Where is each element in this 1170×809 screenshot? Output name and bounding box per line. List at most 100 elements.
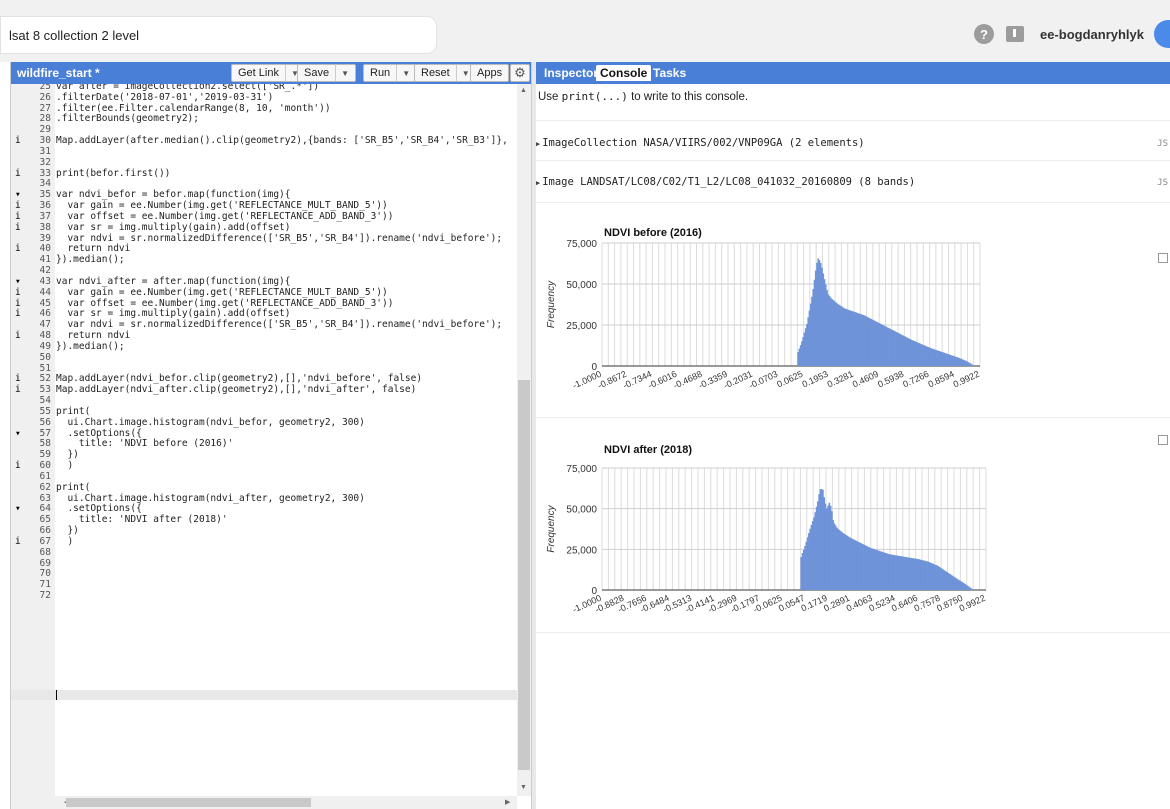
code-line[interactable]: 50: [11, 351, 531, 363]
code-line[interactable]: 71: [11, 580, 531, 590]
code-line[interactable]: 55 print(: [11, 405, 531, 417]
code-line[interactable]: 54: [11, 396, 531, 406]
entry-text[interactable]: ▶ Image LANDSAT/LC08/C02/T1_L2/LC08_04103…: [536, 176, 915, 188]
search-input[interactable]: lsat 8 collection 2 level: [0, 16, 437, 54]
console-entry[interactable]: ▶ ImageCollection NASA/VIIRS/002/VNP09GA …: [536, 120, 1170, 160]
code-line[interactable]: i 44 var gain = ee.Number(img.get('REFLEC…: [11, 286, 531, 298]
get-link-button[interactable]: Get Link ▼: [231, 64, 306, 82]
code-line[interactable]: 41}).median();: [11, 255, 531, 265]
code-line[interactable]: ▾ 43 var ndvi_after = after.map(function(i…: [11, 276, 531, 287]
save-button[interactable]: Save ▼: [297, 64, 356, 82]
code-line[interactable]: 47 var ndvi = sr.normalizedDifference(['…: [11, 320, 531, 330]
chart-separator: [536, 632, 1170, 633]
code-line[interactable]: i 53 Map.addLayer(ndvi_after.clip(geometry…: [11, 385, 531, 395]
run-button[interactable]: Run ▼: [363, 64, 418, 82]
code-line[interactable]: i 45 var offset = ee.Number(img.get('REFL…: [11, 298, 531, 309]
code-line[interactable]: 56 ui.Chart.image.histogram(ndvi_befor, …: [11, 417, 531, 428]
code-text: var gain = ee.Number(img.get('REFLECTANC…: [56, 286, 388, 298]
line-number: 32: [39, 156, 51, 168]
code-line[interactable]: 42: [11, 266, 531, 276]
json-toggle[interactable]: JS: [1157, 178, 1168, 188]
code-text: }).median();: [56, 340, 125, 352]
code-line[interactable]: 39 var ndvi = sr.normalizedDifference(['…: [11, 233, 531, 244]
vertical-scrollbar[interactable]: ▲ ▼: [517, 84, 531, 796]
line-number: 53: [39, 384, 51, 396]
json-toggle[interactable]: JS: [1157, 139, 1168, 149]
code-line[interactable]: 72: [11, 591, 531, 601]
code-line[interactable]: 62 print(: [11, 482, 531, 493]
code-line[interactable]: i 30 Map.addLayer(after.median().clip(geom…: [11, 136, 531, 146]
y-tick-label: 50,000: [566, 280, 597, 291]
code-line[interactable]: 25 var after = imageCollection2.select(['…: [11, 84, 531, 92]
line-number: 49: [39, 340, 51, 352]
code-line[interactable]: 66 }): [11, 526, 531, 536]
code-line[interactable]: 70: [11, 569, 531, 579]
tab-tasks[interactable]: Tasks: [649, 65, 690, 81]
reset-button[interactable]: Reset ▼: [414, 64, 477, 82]
entry-text[interactable]: ▶ ImageCollection NASA/VIIRS/002/VNP09GA …: [536, 137, 865, 149]
code-line[interactable]: ▾ 64 .setOptions({: [11, 504, 531, 514]
avatar[interactable]: [1154, 20, 1170, 48]
code-line[interactable]: 59 }): [11, 450, 531, 460]
code-line[interactable]: 31: [11, 146, 531, 157]
gear-icon[interactable]: ⚙: [510, 64, 530, 82]
code-text: var offset = ee.Number(img.get('REFLECTA…: [56, 210, 394, 222]
code-line[interactable]: 68: [11, 547, 531, 558]
code-line[interactable]: i 36 var gain = ee.Number(img.get('REFLEC…: [11, 201, 531, 211]
tab-console[interactable]: Console: [596, 65, 652, 81]
scroll-right-icon[interactable]: ▶: [505, 798, 510, 806]
tab-inspector[interactable]: Inspector: [540, 65, 602, 81]
code-line[interactable]: i 48 return ndvi: [11, 331, 531, 341]
chevron-down-icon[interactable]: ▼: [455, 65, 470, 81]
help-icon[interactable]: ?: [973, 24, 994, 44]
code-line[interactable]: i 40 return ndvi: [11, 244, 531, 254]
code-line[interactable]: ▾ 35 var ndvi_befor = befor.map(function(i…: [11, 190, 531, 200]
apps-button[interactable]: Apps: [470, 64, 510, 82]
code-line[interactable]: i 33 print(befor.first()): [11, 168, 531, 179]
code-line[interactable]: 29: [11, 125, 531, 135]
expand-triangle-icon[interactable]: ▶: [536, 179, 540, 187]
active-line-highlight: [11, 690, 521, 700]
line-number: 50: [39, 351, 51, 363]
vertical-scroll-thumb[interactable]: [518, 380, 530, 770]
scroll-down-icon[interactable]: ▼: [520, 784, 527, 791]
code-text: var sr = img.multiply(gain).add(offset): [56, 221, 291, 233]
code-line[interactable]: 69: [11, 558, 531, 569]
feedback-icon[interactable]: [1005, 26, 1024, 42]
code-line[interactable]: 34: [11, 179, 531, 189]
code-line[interactable]: ▾ 57 .setOptions({: [11, 428, 531, 439]
expand-chart-icon[interactable]: [1158, 253, 1168, 263]
code-line[interactable]: 61: [11, 471, 531, 482]
code-line[interactable]: i 38 var sr = img.multiply(gain).add(offs…: [11, 221, 531, 233]
code-text: print(: [56, 405, 91, 417]
script-title[interactable]: wildfire_start *: [17, 66, 100, 80]
horizontal-scrollbar[interactable]: ◀ ▶: [11, 796, 517, 809]
code-line[interactable]: 26 .filterDate('2018-07-01','2019-03-31'): [11, 92, 531, 103]
code-line[interactable]: 32: [11, 156, 531, 168]
code-text: Map.addLayer(after.median().clip(geometr…: [56, 135, 508, 147]
code-line[interactable]: 63 ui.Chart.image.histogram(ndvi_after, …: [11, 493, 531, 504]
code-line[interactable]: i 46 var sr = img.multiply(gain).add(offs…: [11, 309, 531, 319]
code-line[interactable]: 58 title: 'NDVI before (2016)': [11, 439, 531, 449]
x-tick-label: 0.3281: [826, 369, 855, 390]
console-entry[interactable]: ▶ Image LANDSAT/LC08/C02/T1_L2/LC08_04103…: [536, 160, 1170, 202]
code-line[interactable]: i 60 ): [11, 461, 531, 471]
code-text: .setOptions({: [56, 503, 142, 515]
code-line[interactable]: 49 }).median();: [11, 340, 531, 352]
chevron-down-icon[interactable]: ▼: [335, 65, 349, 81]
scroll-up-icon[interactable]: ▲: [520, 87, 527, 94]
code-line[interactable]: 51: [11, 363, 531, 374]
user-name[interactable]: ee-bogdanryhlyk: [1040, 27, 1144, 42]
expand-triangle-icon[interactable]: ▶: [536, 140, 540, 148]
code-line[interactable]: 28 .filterBounds(geometry2);: [11, 114, 531, 124]
expand-chart-icon[interactable]: [1158, 435, 1168, 445]
code-line[interactable]: 27 .filter(ee.Filter.calendarRange(8, 10,…: [11, 103, 531, 114]
code-line[interactable]: i 67 ): [11, 536, 531, 547]
chevron-down-icon[interactable]: ▼: [396, 65, 410, 81]
code-text: Map.addLayer(ndvi_after.clip(geometry2),…: [56, 384, 417, 396]
code-line[interactable]: i 37 var offset = ee.Number(img.get('REFL…: [11, 210, 531, 222]
code-area[interactable]: 25 var after = imageCollection2.select(['…: [11, 84, 531, 796]
code-line[interactable]: 65 title: 'NDVI after (2018)': [11, 515, 531, 525]
horizontal-scroll-thumb[interactable]: [66, 798, 311, 807]
code-line[interactable]: i 52 Map.addLayer(ndvi_befor.clip(geometry…: [11, 374, 531, 384]
